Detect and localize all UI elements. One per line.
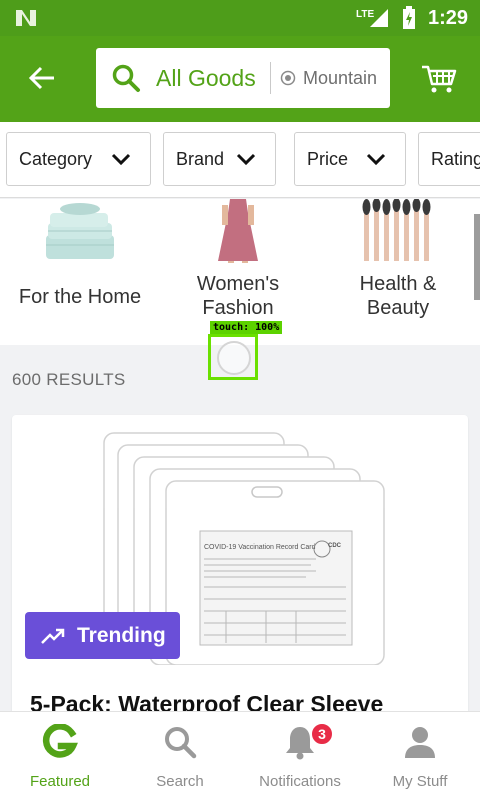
tab-featured[interactable]: Featured — [0, 712, 120, 800]
touch-indicator-label: touch: 100% — [210, 321, 283, 334]
arrow-left-icon — [28, 66, 54, 90]
search-icon — [96, 48, 156, 108]
towels-image — [46, 203, 114, 259]
person-icon — [405, 727, 435, 758]
filter-label: Rating — [431, 148, 480, 169]
category-label: Fashion — [202, 297, 274, 319]
vaccine-card-title: COVID-19 Vaccination Record Card — [204, 544, 316, 551]
search-icon — [165, 727, 197, 759]
filter-brand[interactable]: Brand — [163, 132, 276, 186]
touch-ripple — [217, 341, 251, 375]
clock: 1:29 — [427, 6, 468, 29]
filter-label: Category — [19, 148, 93, 169]
search-divider — [270, 62, 271, 94]
category-label: Women's — [196, 273, 280, 295]
app-bar: All Goods Mountain — [0, 36, 480, 122]
scrollbar[interactable] — [474, 214, 480, 300]
android-n-icon — [16, 10, 36, 26]
category-health-beauty[interactable]: Health & Beauty — [318, 199, 478, 345]
status-bar: LTE 1:29 — [0, 0, 480, 36]
notification-badge: 3 — [310, 722, 334, 746]
search-query-text[interactable]: All Goods — [156, 65, 266, 92]
results-count: 600 RESULTS — [12, 370, 126, 389]
search-field[interactable]: All Goods Mountain — [96, 48, 390, 108]
network-type: LTE — [356, 9, 374, 20]
tab-label: Search — [156, 773, 204, 790]
filter-price[interactable]: Price — [294, 132, 406, 186]
category-label: Beauty — [366, 297, 430, 319]
location-target-icon — [280, 70, 296, 86]
featured-g-icon — [42, 724, 78, 758]
category-label: Health & — [359, 273, 437, 295]
battery-charging-icon — [402, 6, 415, 29]
brushes-image — [362, 199, 431, 261]
cart-button[interactable] — [416, 56, 462, 102]
location-text: Mountain — [303, 67, 378, 88]
trending-badge: Trending — [25, 612, 180, 659]
cdc-logo: CDC — [328, 543, 342, 549]
product-card[interactable]: COVID-19 Vaccination Record Card CDC Tre… — [12, 415, 468, 715]
tab-search[interactable]: Search — [120, 712, 240, 800]
tab-label: Notifications — [259, 773, 341, 790]
chevron-down-icon — [366, 153, 386, 166]
shopping-cart-icon — [422, 65, 457, 93]
back-button[interactable] — [22, 58, 62, 98]
trending-label: Trending — [77, 623, 166, 647]
chevron-down-icon — [236, 153, 256, 166]
tab-label: My Stuff — [392, 773, 448, 790]
category-label: For the Home — [18, 286, 142, 308]
bottom-navigation: Featured Search 3 Notifications My Stuff — [0, 711, 480, 800]
category-for-the-home[interactable]: For the Home — [0, 199, 160, 345]
filter-bar: Category Brand Price Rating — [0, 122, 480, 198]
location-selector[interactable]: Mountain — [279, 68, 379, 89]
tab-label: Featured — [29, 773, 91, 790]
tab-notifications[interactable]: 3 Notifications — [240, 712, 360, 800]
dress-image — [218, 199, 258, 263]
filter-rating[interactable]: Rating — [418, 132, 480, 186]
trending-up-icon — [41, 628, 65, 644]
filter-category[interactable]: Category — [6, 132, 151, 186]
chevron-down-icon — [111, 153, 131, 166]
filter-label: Brand — [176, 148, 225, 169]
lte-signal-icon: LTE — [356, 9, 388, 27]
filter-label: Price — [307, 148, 349, 169]
tab-my-stuff[interactable]: My Stuff — [360, 712, 480, 800]
